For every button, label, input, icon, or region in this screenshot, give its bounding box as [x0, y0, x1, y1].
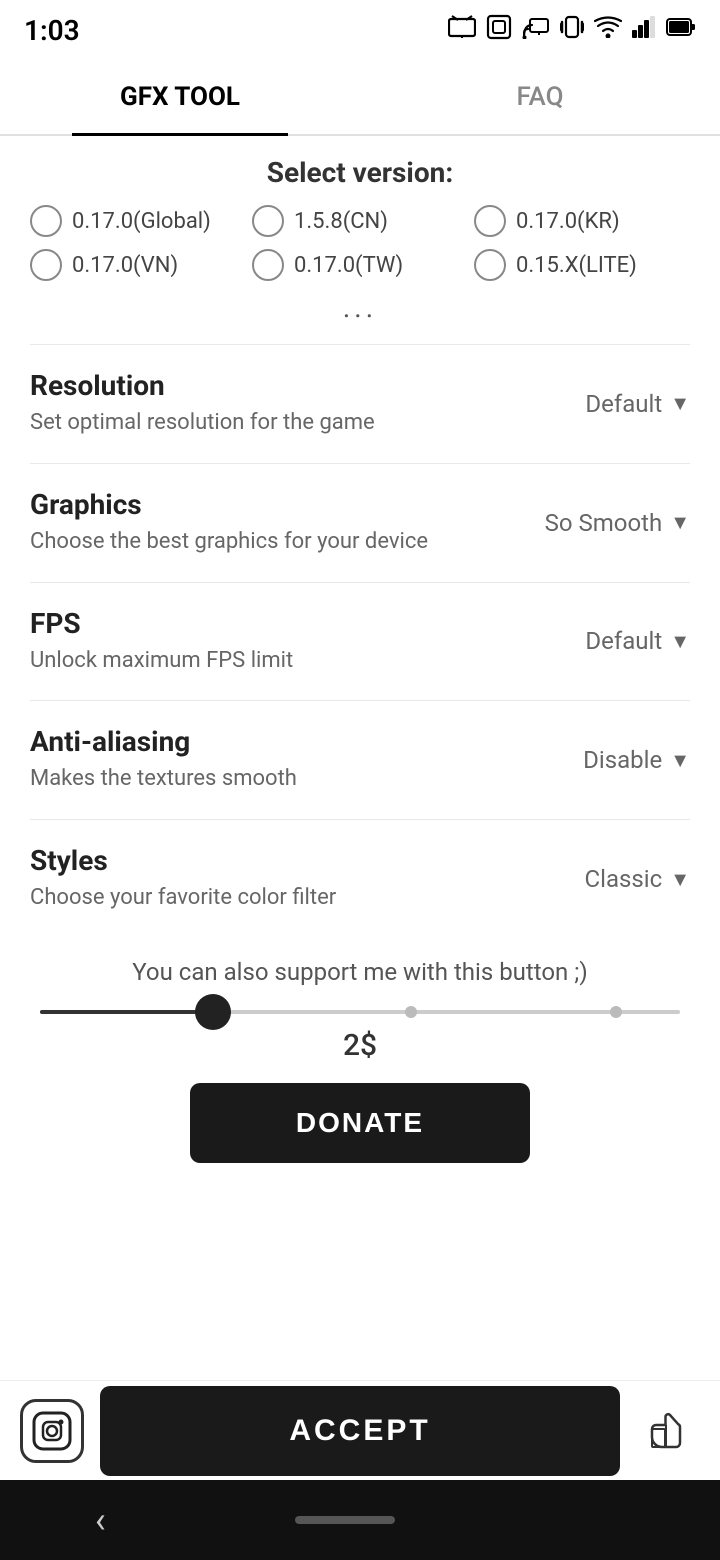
screenshot-icon [486, 14, 512, 46]
version-option-global[interactable]: 0.17.0(Global) [30, 205, 246, 237]
status-icons [448, 13, 696, 47]
version-option-vn[interactable]: 0.17.0(VN) [30, 249, 246, 281]
support-text: You can also support me with this button… [30, 958, 690, 986]
nav-home-indicator[interactable] [295, 1516, 395, 1524]
support-section: You can also support me with this button… [30, 938, 690, 1203]
version-option-tw[interactable]: 0.17.0(TW) [252, 249, 468, 281]
dropdown-value-resolution: Default [585, 390, 662, 418]
slider-fill [40, 1010, 213, 1014]
tab-gfx[interactable]: GFX TOOL [0, 60, 360, 134]
tv-icon [448, 15, 476, 45]
thumbs-up-button[interactable] [636, 1399, 700, 1463]
version-label-vn: 0.17.0(VN) [72, 253, 178, 278]
slider-marker-2 [610, 1006, 622, 1018]
slider-value: 2$ [40, 1028, 680, 1063]
dropdown-arrow-resolution: ▼ [670, 391, 690, 416]
accept-button[interactable]: ACCEPT [100, 1386, 620, 1476]
tab-bar: GFX TOOL FAQ [0, 60, 720, 136]
radio-global[interactable] [30, 205, 62, 237]
version-label-lite: 0.15.X(LITE) [516, 253, 637, 278]
slider-container[interactable]: 2$ [30, 1010, 690, 1063]
settings-desc-fps: Unlock maximum FPS limit [30, 646, 565, 677]
nav-back-button[interactable]: ‹ [95, 1499, 106, 1541]
radio-cn[interactable] [252, 205, 284, 237]
slider-marker-1 [405, 1006, 417, 1018]
version-title: Select version: [30, 156, 690, 189]
wifi-icon [594, 16, 622, 44]
dropdown-arrow-styles: ▼ [670, 867, 690, 892]
dropdown-value-fps: Default [585, 627, 662, 655]
settings-dropdown-antialiasing[interactable]: Disable ▼ [583, 746, 690, 774]
settings-desc-graphics: Choose the best graphics for your device [30, 527, 525, 558]
version-grid: 0.17.0(Global) 1.5.8(CN) 0.17.0(KR) 0.17… [30, 205, 690, 281]
settings-dropdown-fps[interactable]: Default ▼ [585, 627, 690, 655]
status-time: 1:03 [24, 14, 80, 47]
dropdown-value-styles: Classic [585, 865, 663, 893]
version-label-cn: 1.5.8(CN) [294, 209, 388, 234]
radio-vn[interactable] [30, 249, 62, 281]
more-versions-dots[interactable]: ... [30, 291, 690, 324]
settings-title-antialiasing: Anti-aliasing [30, 725, 563, 758]
dropdown-arrow-antialiasing: ▼ [670, 748, 690, 773]
dropdown-value-antialiasing: Disable [583, 746, 662, 774]
signal-icon [632, 16, 656, 44]
settings-styles: Styles Choose your favorite color filter… [30, 819, 690, 938]
nav-bar: ‹ [0, 1480, 720, 1560]
settings-row-graphics: Graphics Choose the best graphics for yo… [30, 488, 690, 558]
settings-row-antialiasing: Anti-aliasing Makes the textures smooth … [30, 725, 690, 795]
battery-icon [666, 16, 696, 44]
bottom-bar: ACCEPT [0, 1380, 720, 1480]
radio-lite[interactable] [474, 249, 506, 281]
version-option-lite[interactable]: 0.15.X(LITE) [474, 249, 690, 281]
version-label-kr: 0.17.0(KR) [516, 209, 620, 234]
version-label-tw: 0.17.0(TW) [294, 253, 403, 278]
settings-title-styles: Styles [30, 844, 565, 877]
version-label-global: 0.17.0(Global) [72, 209, 211, 234]
settings-row-resolution: Resolution Set optimal resolution for th… [30, 369, 690, 439]
settings-title-graphics: Graphics [30, 488, 525, 521]
tab-faq[interactable]: FAQ [360, 60, 720, 134]
dropdown-value-graphics: So Smooth [545, 509, 663, 537]
settings-antialiasing: Anti-aliasing Makes the textures smooth … [30, 700, 690, 819]
settings-info-resolution: Resolution Set optimal resolution for th… [30, 369, 565, 439]
instagram-button[interactable] [20, 1399, 84, 1463]
settings-graphics: Graphics Choose the best graphics for yo… [30, 463, 690, 582]
radio-kr[interactable] [474, 205, 506, 237]
settings-dropdown-resolution[interactable]: Default ▼ [585, 390, 690, 418]
settings-fps: FPS Unlock maximum FPS limit Default ▼ [30, 582, 690, 701]
version-section: Select version: 0.17.0(Global) 1.5.8(CN)… [30, 156, 690, 324]
settings-title-fps: FPS [30, 607, 565, 640]
settings-desc-styles: Choose your favorite color filter [30, 883, 565, 914]
slider-track [40, 1010, 680, 1014]
settings-info-antialiasing: Anti-aliasing Makes the textures smooth [30, 725, 563, 795]
settings-dropdown-styles[interactable]: Classic ▼ [585, 865, 690, 893]
settings-info-fps: FPS Unlock maximum FPS limit [30, 607, 565, 677]
settings-row-fps: FPS Unlock maximum FPS limit Default ▼ [30, 607, 690, 677]
settings-desc-resolution: Set optimal resolution for the game [30, 408, 565, 439]
donate-button[interactable]: DONATE [190, 1083, 530, 1163]
settings-title-resolution: Resolution [30, 369, 565, 402]
settings-row-styles: Styles Choose your favorite color filter… [30, 844, 690, 914]
version-option-cn[interactable]: 1.5.8(CN) [252, 205, 468, 237]
settings-dropdown-graphics[interactable]: So Smooth ▼ [545, 509, 690, 537]
radio-tw[interactable] [252, 249, 284, 281]
vibrate-icon [560, 13, 584, 47]
settings-info-graphics: Graphics Choose the best graphics for yo… [30, 488, 525, 558]
status-bar: 1:03 [0, 0, 720, 60]
main-content: Select version: 0.17.0(Global) 1.5.8(CN)… [0, 136, 720, 1380]
settings-desc-antialiasing: Makes the textures smooth [30, 764, 563, 795]
settings-resolution: Resolution Set optimal resolution for th… [30, 344, 690, 463]
slider-thumb[interactable] [195, 994, 231, 1030]
settings-info-styles: Styles Choose your favorite color filter [30, 844, 565, 914]
dropdown-arrow-graphics: ▼ [670, 510, 690, 535]
dropdown-arrow-fps: ▼ [670, 629, 690, 654]
version-option-kr[interactable]: 0.17.0(KR) [474, 205, 690, 237]
cast-icon [522, 15, 550, 45]
